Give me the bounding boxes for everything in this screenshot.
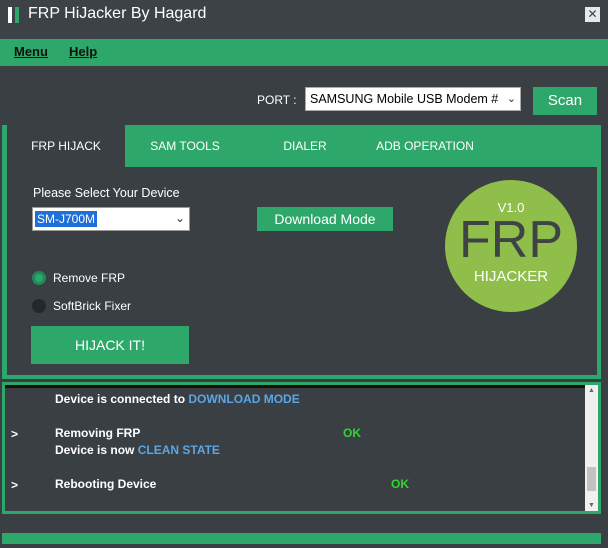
title-bar: FRP HiJacker By Hagard ✕: [0, 0, 608, 39]
hijack-button[interactable]: HIJACK IT!: [31, 326, 189, 364]
footer-bar: [2, 533, 601, 544]
logo-hijacker: HIJACKER: [473, 268, 549, 285]
tab-sam-tools[interactable]: SAM TOOLS: [125, 125, 245, 167]
download-mode-button[interactable]: Download Mode: [257, 207, 393, 231]
port-select[interactable]: SAMSUNG Mobile USB Modem # ⌄: [305, 87, 521, 111]
window-title: FRP HiJacker By Hagard: [28, 5, 207, 22]
tab-frp-hijack[interactable]: FRP HIJACK: [7, 125, 125, 167]
log-line: Device is now CLEAN STATE: [55, 443, 220, 457]
port-select-value: SAMSUNG Mobile USB Modem #: [310, 92, 499, 106]
remove-frp-radio[interactable]: [32, 271, 46, 285]
log-output: Device is connected to DOWNLOAD MODE > R…: [5, 385, 585, 511]
tab-adb-operation[interactable]: ADB OPERATION: [365, 125, 485, 167]
device-select-value: SM-J700M: [35, 211, 98, 227]
chevron-down-icon: ⌄: [174, 211, 185, 225]
scroll-thumb[interactable]: [587, 467, 596, 491]
device-label: Please Select Your Device: [33, 186, 180, 200]
log-line: Removing FRP: [55, 426, 141, 440]
log-line: Rebooting Device: [55, 477, 157, 491]
scroll-up-icon[interactable]: ▲: [585, 387, 598, 394]
tab-panel: FRP HIJACK SAM TOOLS DIALER ADB OPERATIO…: [2, 125, 601, 379]
menu-item-help[interactable]: Help: [69, 44, 97, 59]
port-label: PORT :: [257, 93, 297, 107]
frp-hijack-content: Please Select Your Device SM-J700M ⌄ Dow…: [7, 167, 597, 375]
softbrick-fixer-label: SoftBrick Fixer: [53, 299, 132, 313]
softbrick-fixer-radio[interactable]: [32, 299, 46, 313]
menu-bar: Menu Help: [0, 39, 608, 66]
remove-frp-label: Remove FRP: [53, 271, 126, 285]
scroll-down-icon[interactable]: ▼: [585, 502, 598, 509]
menu-item-menu[interactable]: Menu: [14, 44, 48, 59]
app-logo-icon: [8, 7, 20, 23]
close-button[interactable]: ✕: [585, 7, 600, 22]
device-select[interactable]: SM-J700M ⌄: [32, 207, 190, 231]
log-status-ok: OK: [391, 477, 409, 491]
log-prompt: >: [11, 427, 19, 441]
chevron-down-icon: ⌄: [506, 93, 516, 105]
frp-hijacker-logo: V1.0 FRP HIJACKER: [445, 180, 577, 312]
log-prompt: >: [11, 478, 19, 492]
log-status-ok: OK: [343, 426, 361, 440]
log-line: Device is connected to DOWNLOAD MODE: [55, 392, 300, 406]
tab-dialer[interactable]: DIALER: [245, 125, 365, 167]
log-panel: Device is connected to DOWNLOAD MODE > R…: [2, 382, 601, 514]
scan-button[interactable]: Scan: [533, 87, 597, 115]
logo-frp: FRP: [459, 211, 563, 269]
log-scrollbar[interactable]: ▲ ▼: [585, 385, 598, 511]
